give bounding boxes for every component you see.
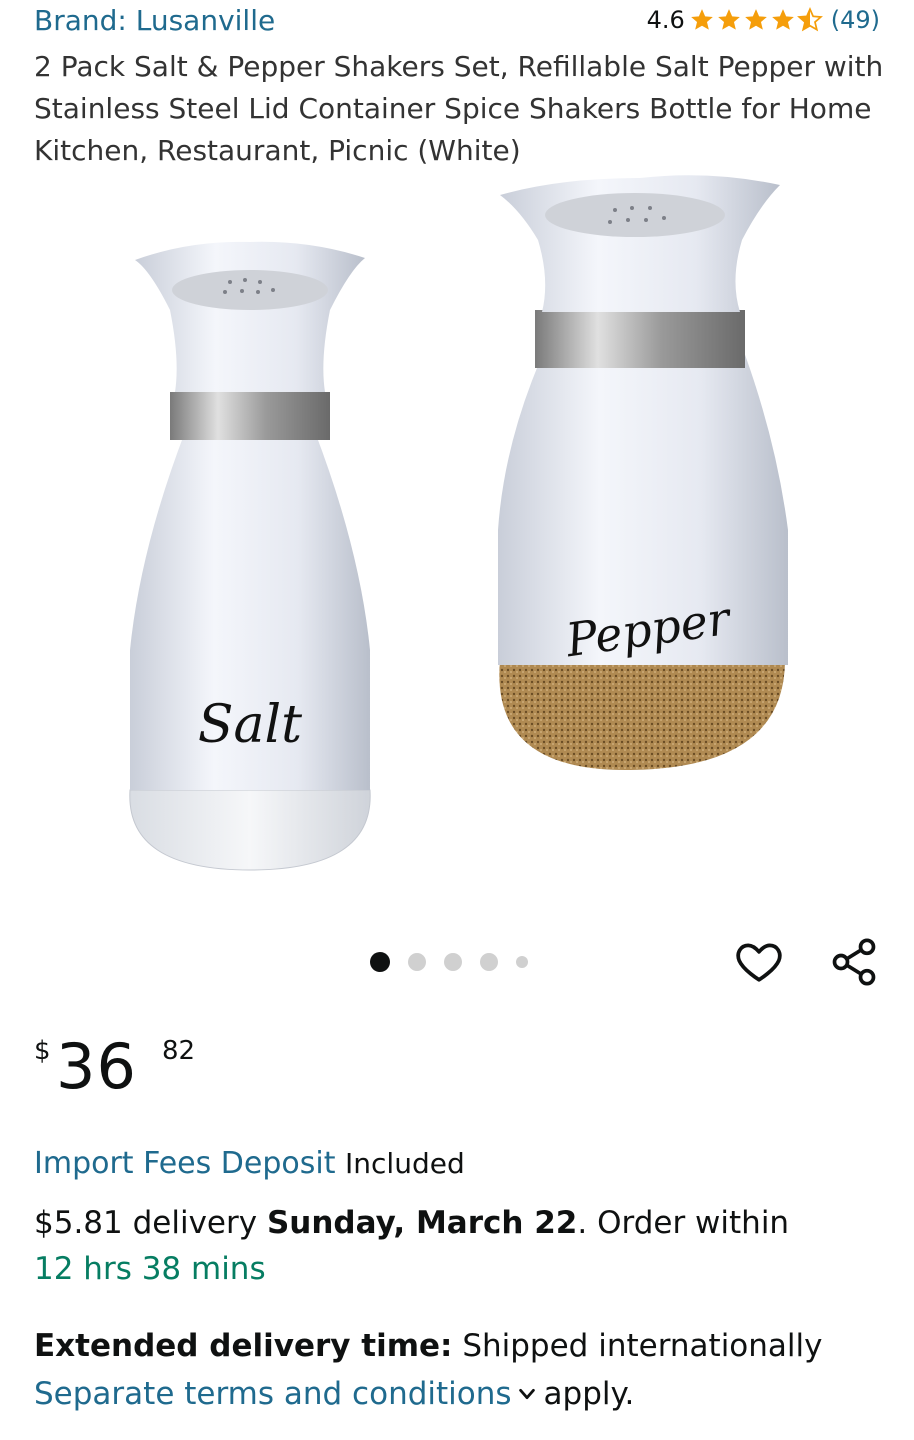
delivery-order-within: . Order within [577, 1205, 790, 1241]
delivery-price: $5.81 delivery [34, 1205, 258, 1241]
rating-count[interactable]: (49) [831, 6, 880, 34]
heart-icon[interactable] [734, 936, 784, 986]
image-carousel-dots[interactable] [370, 952, 528, 972]
star-icon [717, 9, 740, 30]
product-title: 2 Pack Salt & Pepper Shakers Set, Refill… [34, 50, 884, 167]
rating-stars [689, 7, 823, 33]
rating-summary[interactable]: 4.6 (49) [647, 6, 880, 34]
salt-label: Salt [198, 695, 302, 755]
import-fees-row: Import Fees Deposit Included [34, 1146, 465, 1181]
salt-shaker: Salt [129, 241, 371, 871]
carousel-dot[interactable] [516, 956, 528, 968]
star-half-icon [796, 7, 823, 32]
star-icon [690, 9, 713, 30]
separate-terms-link[interactable]: Separate terms and conditions [34, 1376, 512, 1412]
chevron-down-icon[interactable] [516, 1383, 538, 1405]
import-fees-link[interactable]: Import Fees Deposit [34, 1146, 335, 1181]
delivery-countdown: 12 hrs 38 mins [34, 1251, 266, 1287]
product-image[interactable]: Salt Pepper [80, 170, 840, 910]
delivery-date: Sunday, March 22 [266, 1205, 578, 1241]
extended-delivery-tail: apply. [543, 1376, 635, 1412]
price-whole: 36 [56, 1030, 137, 1103]
price-currency: $ [34, 1036, 51, 1066]
share-icon[interactable] [828, 936, 880, 988]
pepper-shaker: Pepper [498, 175, 788, 770]
carousel-dot[interactable] [408, 953, 426, 971]
price-fraction: 82 [162, 1036, 196, 1066]
brand-rating-row: Brand: Lusanville 4.6 (49) [34, 4, 880, 40]
import-fees-status: Included [345, 1147, 465, 1180]
star-icon [744, 9, 767, 30]
carousel-dot[interactable] [370, 952, 390, 972]
carousel-dot[interactable] [444, 953, 462, 971]
brand-link[interactable]: Brand: Lusanville [34, 4, 275, 37]
extended-delivery-notice: Extended delivery time: Shipped internat… [34, 1322, 894, 1418]
extended-delivery-text: Shipped internationally [462, 1328, 823, 1364]
rating-value: 4.6 [646, 6, 685, 34]
delivery-info: $5.81 delivery Sunday, March 22. Order w… [34, 1200, 884, 1292]
star-icon [771, 9, 794, 30]
extended-delivery-label: Extended delivery time: [34, 1328, 453, 1364]
carousel-dot[interactable] [480, 953, 498, 971]
